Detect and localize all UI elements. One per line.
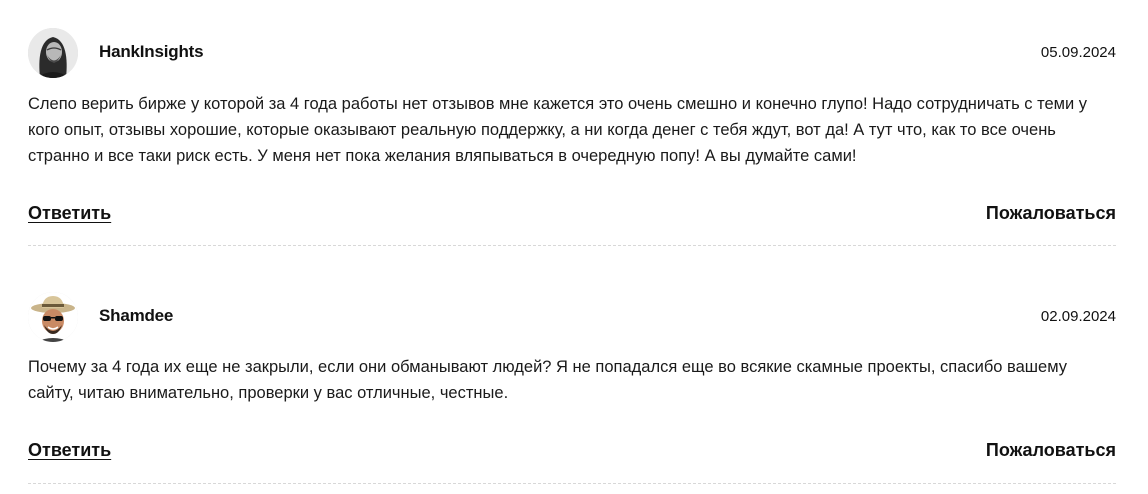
comment-text: Почему за 4 года их еще не закрыли, если… [28, 358, 1068, 402]
divider [28, 245, 1116, 246]
comment-date: 05.09.2024 [1040, 44, 1116, 61]
comment-item: Shamdee 02.09.2024 Почему за 4 года их е… [28, 292, 1116, 484]
comment-item: HankInsights 05.09.2024 Слепо верить бир… [28, 28, 1116, 246]
reply-link[interactable]: Ответить [28, 440, 111, 461]
comment-author: HankInsights [99, 42, 204, 61]
avatar [28, 292, 78, 342]
comment-date: 02.09.2024 [1040, 308, 1116, 325]
avatar [28, 28, 78, 78]
divider [28, 483, 1116, 484]
comment-actions: Ответить Пожаловаться [28, 440, 1116, 464]
user-avatar-icon [28, 28, 78, 78]
user-avatar-icon [28, 292, 78, 342]
comment-text: Слепо верить бирже у которой за 4 года р… [28, 95, 1088, 165]
comment-author: Shamdee [99, 306, 174, 325]
comment-header: HankInsights 05.09.2024 [28, 28, 1116, 78]
comment-actions: Ответить Пожаловаться [28, 203, 1116, 227]
reply-link[interactable]: Ответить [28, 203, 111, 224]
comment-header: Shamdee 02.09.2024 [28, 292, 1116, 342]
report-button[interactable]: Пожаловаться [986, 440, 1116, 461]
report-button[interactable]: Пожаловаться [986, 203, 1116, 224]
